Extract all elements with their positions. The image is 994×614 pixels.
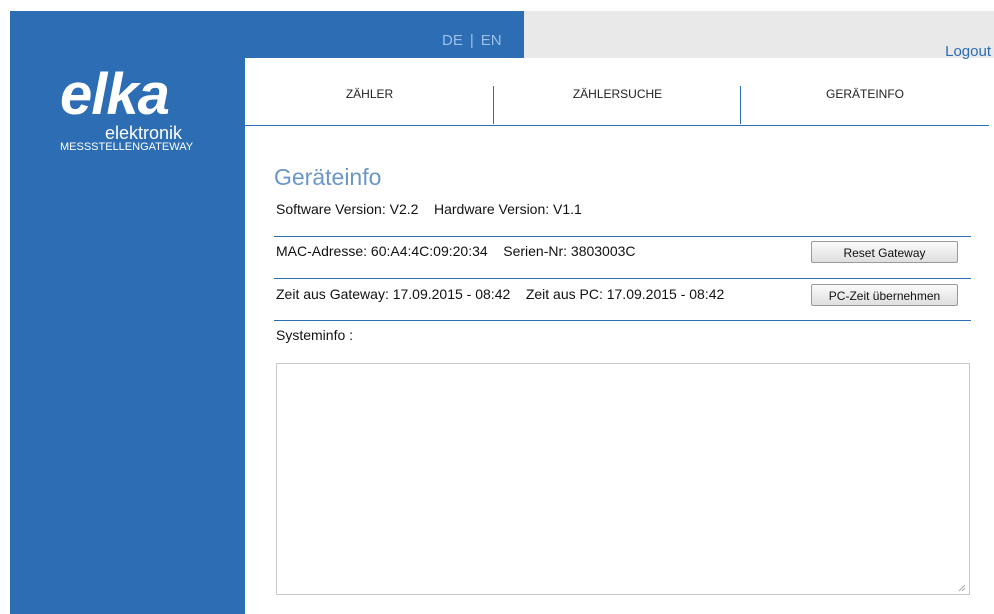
divider <box>274 278 971 279</box>
tab-geraeteinfo[interactable]: GERÄTEINFO <box>741 58 989 125</box>
tab-zaehlersuche[interactable]: ZÄHLERSUCHE <box>494 58 741 125</box>
tab-zaehler[interactable]: ZÄHLER <box>245 58 494 125</box>
systeminfo-label: Systeminfo : <box>276 327 354 343</box>
elka-logo: elka elektronik <box>60 64 183 143</box>
resize-handle-icon[interactable] <box>958 584 966 592</box>
svg-text:elka: elka <box>60 64 169 127</box>
version-info: Software Version: V2.2 Hardware Version:… <box>276 201 582 217</box>
lang-de-link[interactable]: DE <box>442 32 463 49</box>
tagline: MESSSTELLENGATEWAY <box>60 141 194 153</box>
reset-gateway-button[interactable]: Reset Gateway <box>811 241 958 263</box>
divider <box>274 236 971 237</box>
main-nav: ZÄHLER ZÄHLERSUCHE GERÄTEINFO <box>245 58 989 126</box>
mac-serial-info: MAC-Adresse: 60:A4:4C:09:20:34 Serien-Nr… <box>276 243 636 259</box>
language-switcher: DE | EN <box>442 32 502 49</box>
lang-en-link[interactable]: EN <box>481 32 502 49</box>
time-info: Zeit aus Gateway: 17.09.2015 - 08:42 Zei… <box>276 286 725 302</box>
divider <box>274 320 971 321</box>
page-title: Geräteinfo <box>274 164 382 190</box>
sidebar: elka elektronik MESSSTELLENGATEWAY <box>10 11 245 614</box>
lang-separator: | <box>469 32 474 49</box>
top-bar-grey: Logout <box>524 11 994 60</box>
systeminfo-textarea[interactable] <box>276 363 970 595</box>
pc-time-button[interactable]: PC-Zeit übernehmen <box>811 284 958 306</box>
svg-text:elektronik: elektronik <box>105 123 183 143</box>
